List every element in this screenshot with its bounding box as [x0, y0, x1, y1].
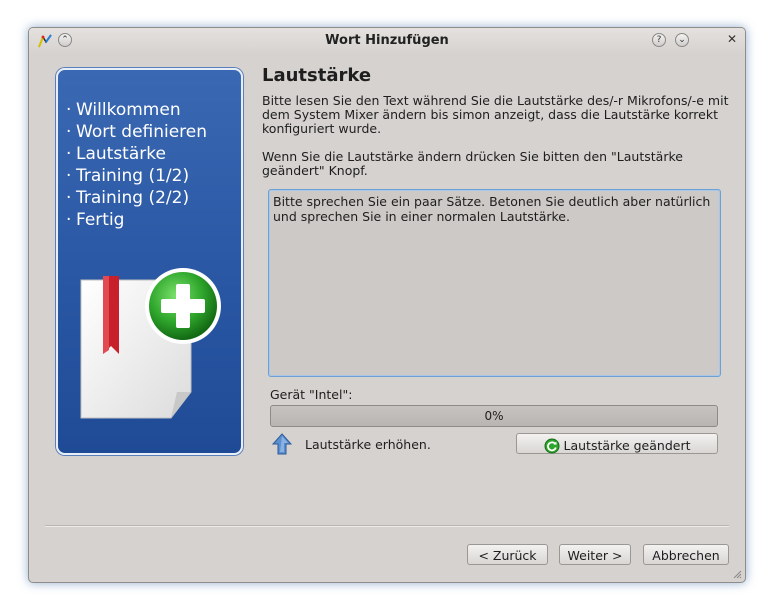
page-title: Lautstärke [262, 65, 372, 86]
device-label: Gerät "Intel": [270, 387, 353, 402]
instruction-text: Wenn Sie die Lautstärke ändern drücken S… [262, 149, 683, 178]
minimize-button[interactable]: ⌄ [675, 33, 689, 47]
resize-grip-icon[interactable] [732, 569, 742, 579]
wizard-step: · Willkommen [66, 100, 181, 120]
wizard-sidebar: · Willkommen · Wort definieren · Lautstärke… [56, 68, 243, 455]
help-button[interactable]: ? [652, 33, 666, 47]
title-bar[interactable]: ⌃ Wort Hinzufügen ? ⌄ ✕ [29, 28, 745, 54]
wizard-step: · Wort definieren [66, 122, 208, 142]
wizard-step: · Training (1/2) [66, 166, 190, 186]
close-icon[interactable]: ✕ [725, 33, 739, 47]
refresh-icon [544, 438, 559, 453]
back-button[interactable]: < Zurück [467, 544, 548, 565]
wizard-step: · Fertig [66, 210, 125, 230]
dialog-window: ⌃ Wort Hinzufügen ? ⌄ ✕ · Willkommen · Wor… [28, 27, 746, 583]
next-button[interactable]: Weiter > [559, 544, 631, 565]
prompt-text-box[interactable]: Bitte sprechen Sie ein paar Sätze. Beton… [268, 189, 721, 377]
footer-separator [45, 525, 729, 527]
wizard-step: · Lautstärke [66, 144, 166, 164]
arrow-up-icon [272, 433, 292, 455]
wizard-step: · Training (2/2) [66, 188, 190, 208]
volume-progress-bar: 0% [270, 405, 718, 427]
add-document-icon [80, 268, 221, 419]
intro-text: Bitte lesen Sie den Text während Sie die… [262, 93, 729, 136]
volume-changed-button[interactable]: Lautstärke geändert [516, 433, 718, 454]
hint-text: Lautstärke erhöhen. [305, 437, 431, 452]
wizard-steps-list: · Willkommen · Wort definieren · Lautstärke… [66, 99, 207, 231]
window-title: Wort Hinzufügen [325, 33, 449, 48]
prompt-text: Bitte sprechen Sie ein paar Sätze. Beton… [273, 194, 711, 224]
progress-text: 0% [484, 409, 504, 423]
cancel-button[interactable]: Abbrechen [643, 544, 729, 565]
